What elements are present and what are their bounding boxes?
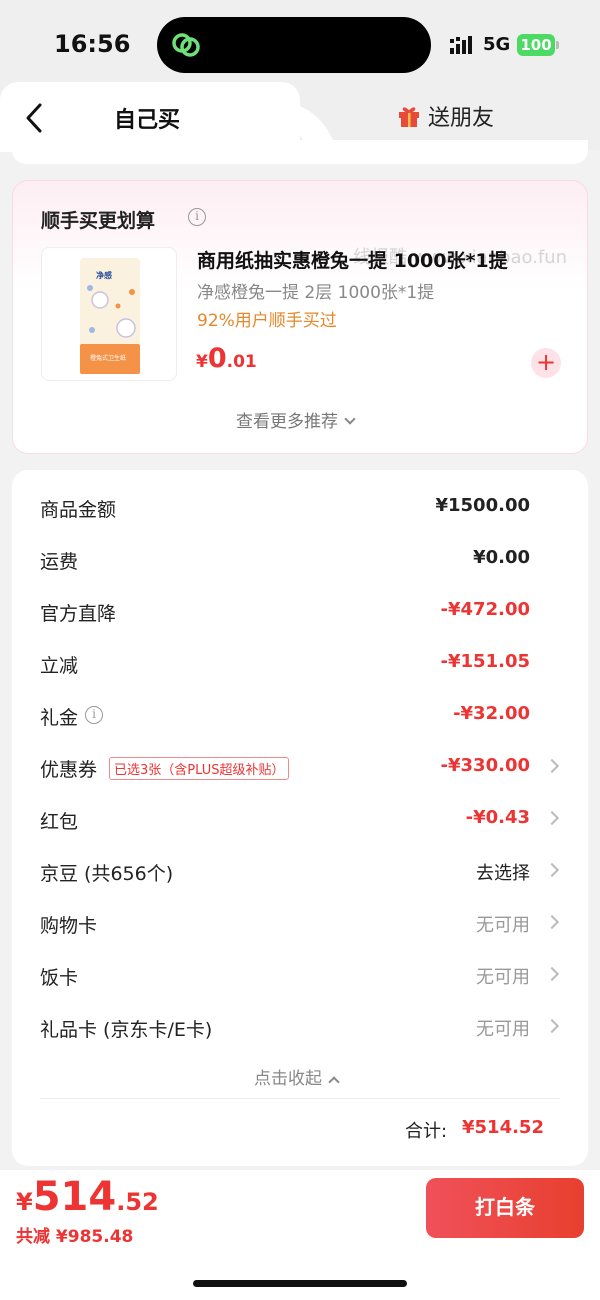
chevron-right-icon xyxy=(544,810,560,826)
row-meal-card[interactable]: 饭卡 无可用 xyxy=(12,955,588,995)
status-time: 16:56 xyxy=(54,30,131,58)
row-value: 无可用 xyxy=(476,967,530,988)
row-jd-beans[interactable]: 京豆 (共656个) 去选择 xyxy=(12,851,588,891)
row-value: -¥0.43 xyxy=(465,807,530,828)
row-value: ¥0.00 xyxy=(473,547,530,568)
row-label: 购物卡 xyxy=(40,915,98,937)
chevron-right-icon xyxy=(544,966,560,982)
chevron-right-icon xyxy=(544,914,560,930)
chevron-right-icon xyxy=(544,862,560,878)
info-icon[interactable]: i xyxy=(85,706,103,724)
chevron-right-icon xyxy=(544,1018,560,1034)
row-label: 红包 xyxy=(40,811,79,833)
battery-tip xyxy=(556,41,559,49)
back-icon[interactable] xyxy=(24,102,46,134)
row-label: 饭卡 xyxy=(40,967,79,989)
previous-card-edge xyxy=(12,140,588,164)
signal-icon xyxy=(450,36,472,54)
row-label: 京豆 (共656个) xyxy=(40,863,174,885)
product-image[interactable]: 净感 橙兔式卫生纸 xyxy=(41,247,177,381)
row-coupon[interactable]: 优惠券 已选3张（含PLUS超级补贴） -¥330.00 xyxy=(12,747,588,787)
coupon-badge: 已选3张（含PLUS超级补贴） xyxy=(109,757,290,780)
link-app-icon xyxy=(172,33,200,57)
status-bar: 16:56 5G 100 xyxy=(0,0,600,86)
total-label: 合计: xyxy=(405,1121,448,1142)
package-label-text: 橙兔式卫生纸 xyxy=(90,354,126,362)
row-value: 无可用 xyxy=(476,1019,530,1040)
tab-self-buy-label: 自己买 xyxy=(114,108,181,133)
price-integer: 514 xyxy=(32,1174,117,1220)
row-value: -¥151.05 xyxy=(440,651,530,672)
chevron-right-icon xyxy=(544,758,560,774)
row-label: 官方直降 xyxy=(40,603,117,625)
add-to-order-button[interactable]: + xyxy=(531,348,561,378)
row-value: -¥330.00 xyxy=(440,755,530,776)
gift-icon xyxy=(399,107,419,127)
row-value: 去选择 xyxy=(476,863,530,884)
row-label: 礼金 xyxy=(40,707,79,729)
row-label: 优惠券 xyxy=(40,759,98,781)
product-name[interactable]: 商用纸抽实惠橙兔一提 1000张*1提 xyxy=(197,246,508,273)
row-gift-money: 礼金 i -¥32.00 xyxy=(12,695,588,735)
battery-icon: 100 xyxy=(517,34,555,56)
checkout-bar: ¥514.52 共减 ¥985.48 打白条 xyxy=(0,1170,600,1300)
collapse-label: 点击收起 xyxy=(254,1069,322,1089)
product-spec: 净感橙兔一提 2层 1000张*1提 xyxy=(197,283,435,303)
price-integer: 0 xyxy=(207,343,227,374)
info-icon[interactable]: i xyxy=(188,208,206,226)
recommend-title: 顺手买更划算 xyxy=(41,210,156,232)
row-value: 无可用 xyxy=(476,915,530,936)
row-goods-amount: 商品金额 ¥1500.00 xyxy=(12,487,588,527)
price-summary-card: 商品金额 ¥1500.00 运费 ¥0.00 官方直降 -¥472.00 立减 … xyxy=(12,470,588,1166)
row-label: 运费 xyxy=(40,551,79,573)
package-brand-text: 净感 xyxy=(96,270,112,280)
price-currency: ¥ xyxy=(16,1188,33,1216)
more-recommend-label: 查看更多推荐 xyxy=(236,412,338,432)
row-value: -¥472.00 xyxy=(440,599,530,620)
row-label: 礼品卡 (京东卡/E卡) xyxy=(40,1019,213,1041)
network-type: 5G xyxy=(483,34,511,55)
price-currency: ¥ xyxy=(196,352,208,372)
row-label: 商品金额 xyxy=(40,499,117,521)
checkout-total-price: ¥514.52 xyxy=(16,1174,159,1220)
row-label: 立减 xyxy=(40,655,79,677)
chevron-down-icon xyxy=(344,413,356,425)
product-price: ¥0.01 xyxy=(196,343,257,374)
row-value: -¥32.00 xyxy=(453,703,530,724)
row-instant-discount: 立减 -¥151.05 xyxy=(12,643,588,683)
pay-baitiao-button[interactable]: 打白条 xyxy=(426,1178,584,1238)
row-value: ¥1500.00 xyxy=(435,495,530,516)
recommend-card: 顺手买更划算 i 线报酷 www.xianbao.fun 净感 橙兔式卫生纸 商… xyxy=(12,180,588,454)
tab-gift-friend-label: 送朋友 xyxy=(428,106,495,131)
collapse-toggle[interactable]: 点击收起 xyxy=(254,1064,340,1089)
chevron-up-icon xyxy=(328,1076,340,1088)
total-value: ¥514.52 xyxy=(462,1117,544,1138)
price-decimal: .01 xyxy=(226,352,257,372)
row-gift-card[interactable]: 礼品卡 (京东卡/E卡) 无可用 xyxy=(12,1007,588,1047)
more-recommend-link[interactable]: 查看更多推荐 xyxy=(236,407,356,432)
row-red-packet[interactable]: 红包 -¥0.43 xyxy=(12,799,588,839)
divider xyxy=(40,1098,560,1099)
dynamic-island xyxy=(157,17,431,73)
product-buy-rate: 92%用户顺手买过 xyxy=(197,311,337,331)
total-saved: 共减 ¥985.48 xyxy=(16,1227,134,1247)
tissue-package-image: 净感 橙兔式卫生纸 xyxy=(80,258,140,374)
row-shipping: 运费 ¥0.00 xyxy=(12,539,588,579)
row-official-discount: 官方直降 -¥472.00 xyxy=(12,591,588,631)
row-shopping-card[interactable]: 购物卡 无可用 xyxy=(12,903,588,943)
price-decimal: .52 xyxy=(116,1188,159,1216)
home-indicator xyxy=(193,1280,407,1287)
